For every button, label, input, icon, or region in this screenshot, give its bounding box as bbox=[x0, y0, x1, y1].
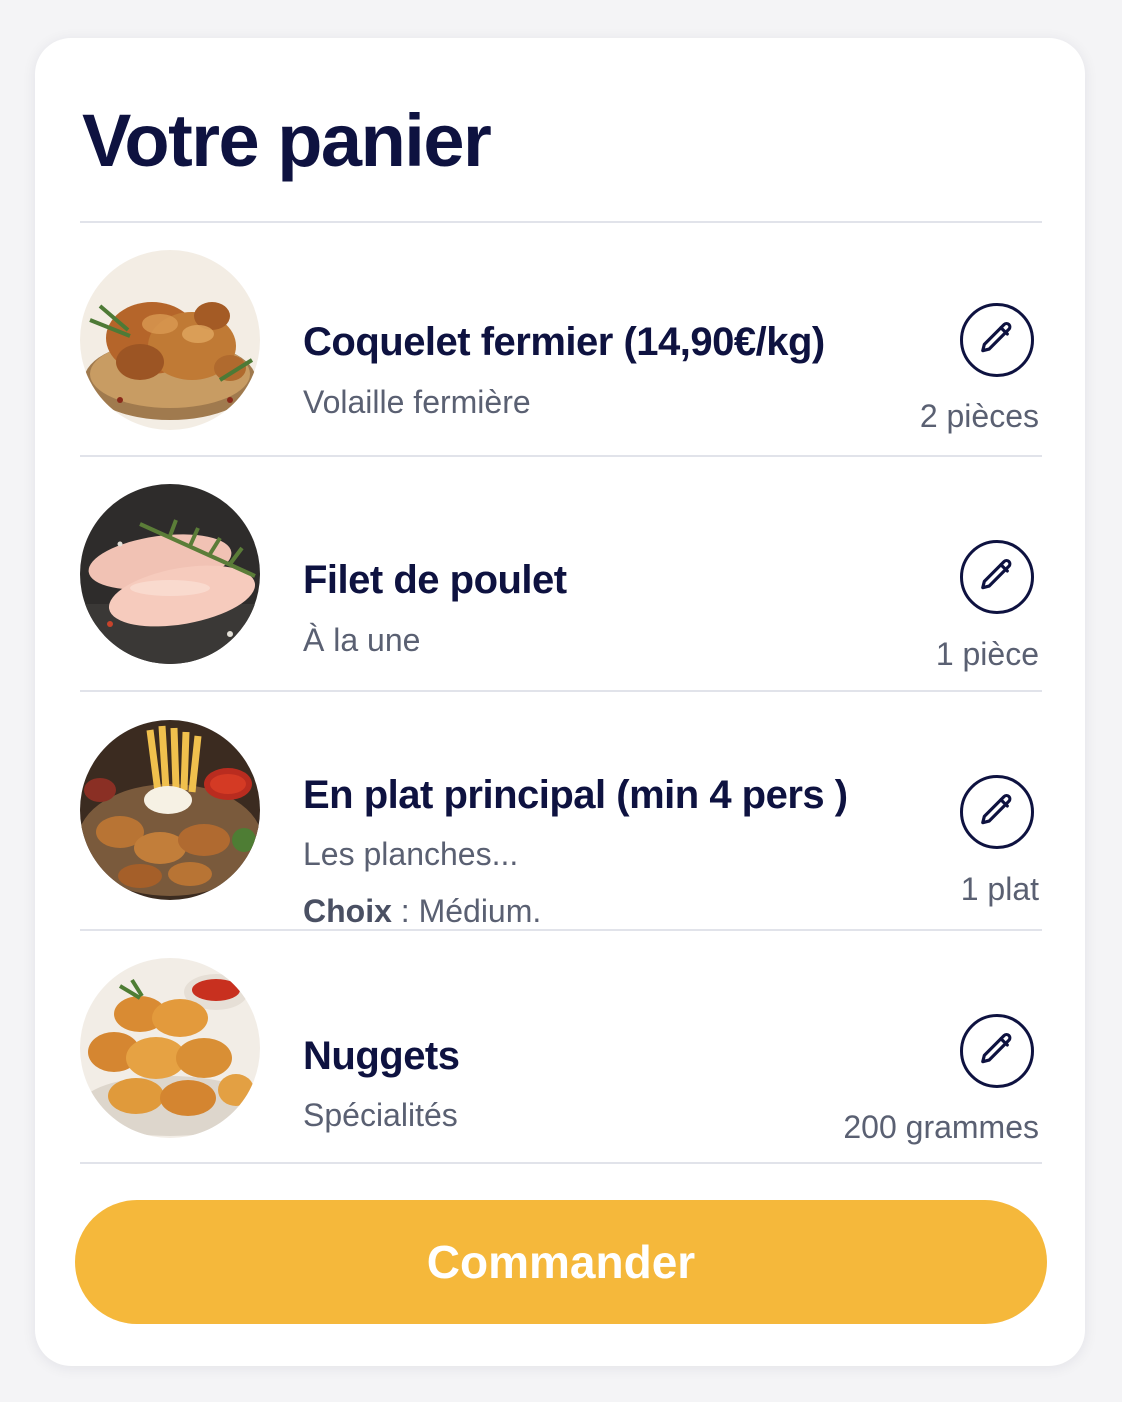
divider bbox=[80, 929, 1042, 931]
divider bbox=[80, 1162, 1042, 1164]
platter-image bbox=[80, 720, 260, 900]
pencil-icon bbox=[978, 319, 1016, 362]
item-category: À la une bbox=[303, 622, 421, 658]
item-name: Nuggets bbox=[303, 1034, 460, 1078]
pencil-icon bbox=[978, 791, 1016, 834]
item-name: En plat principal (min 4 pers ) bbox=[303, 773, 848, 817]
page-title: Votre panier bbox=[82, 99, 492, 182]
edit-button[interactable] bbox=[960, 303, 1034, 377]
item-name: Coquelet fermier (14,90€/kg) bbox=[303, 320, 825, 364]
item-quantity: 1 plat bbox=[960, 871, 1039, 907]
nuggets-image bbox=[80, 958, 260, 1138]
order-button[interactable]: Commander bbox=[75, 1200, 1047, 1324]
item-category: Les planches... bbox=[303, 836, 519, 872]
item-category: Spécialités bbox=[303, 1097, 458, 1133]
choice-separator: : bbox=[391, 893, 419, 929]
roast-chicken-image bbox=[80, 250, 260, 430]
pencil-icon bbox=[978, 1030, 1016, 1073]
item-choice: Choix : Médium. bbox=[303, 893, 541, 930]
cart-card: Votre panier Coquelet fermier (14,90€/kg… bbox=[35, 38, 1085, 1366]
pencil-icon bbox=[978, 556, 1016, 599]
chicken-breast-image bbox=[80, 484, 260, 664]
choice-label: Choix bbox=[303, 893, 392, 929]
choice-value: Médium. bbox=[418, 893, 542, 929]
item-category: Volaille fermière bbox=[303, 384, 531, 420]
item-quantity: 200 grammes bbox=[843, 1109, 1039, 1145]
divider bbox=[80, 690, 1042, 692]
edit-button[interactable] bbox=[960, 775, 1034, 849]
divider bbox=[80, 455, 1042, 457]
edit-button[interactable] bbox=[960, 540, 1034, 614]
edit-button[interactable] bbox=[960, 1014, 1034, 1088]
divider bbox=[80, 221, 1042, 223]
item-name: Filet de poulet bbox=[303, 558, 567, 602]
item-quantity: 2 pièces bbox=[919, 398, 1039, 434]
item-quantity: 1 pièce bbox=[935, 636, 1039, 672]
